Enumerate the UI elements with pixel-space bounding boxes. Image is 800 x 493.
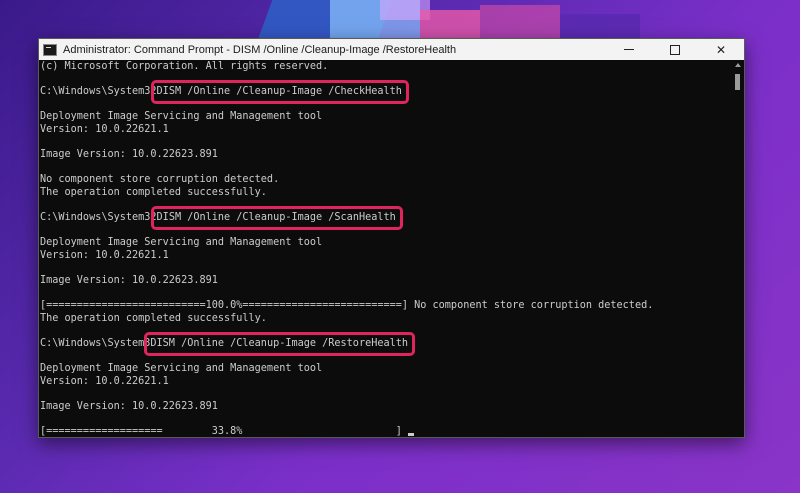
scroll-up-arrow-icon[interactable] [735,63,741,67]
minimize-icon [624,49,634,50]
output-text: Version: 10.0.22621.1 [40,249,169,261]
maximize-button[interactable] [652,39,698,60]
output-text: [=================== 33.8% ] [40,426,409,437]
progress-line: [=================== 33.8% ] [39,426,732,437]
output-line: Deployment Image Servicing and Managemen… [39,111,732,124]
output-text: (c) Microsoft Corporation. All rights re… [40,61,329,72]
window-title: Administrator: Command Prompt - DISM /On… [63,43,457,56]
window-controls: ✕ [606,39,744,60]
output-line: No component store corruption detected. [39,174,732,187]
command-prompt-window[interactable]: Administrator: Command Prompt - DISM /On… [38,38,745,438]
close-button[interactable]: ✕ [698,39,744,60]
prompt-path: C:\Windows\System32 [40,212,157,224]
close-icon: ✕ [715,42,727,57]
text-cursor [408,433,415,437]
highlighted-command: DISM /Online /Cleanup-Image /CheckHealth [150,80,409,105]
output-text: The operation completed successfully. [40,186,267,198]
output-text: Deployment Image Servicing and Managemen… [40,237,323,249]
wallpaper-shape [480,5,560,38]
output-text: Image Version: 10.0.22623.891 [40,401,218,413]
wallpaper-shape [420,10,480,38]
output-line: Image Version: 10.0.22623.891 [39,275,732,288]
scrollbar-thumb[interactable] [735,74,740,90]
output-text: Deployment Image Servicing and Managemen… [40,111,323,123]
command-line: C:\Windows\System3DISM /Online /Cleanup-… [39,332,732,357]
vertical-scrollbar[interactable] [732,60,744,437]
output-line: Version: 10.0.22621.1 [39,124,732,137]
output-line: The operation completed successfully. [39,313,732,326]
highlighted-command: DISM /Online /Cleanup-Image /RestoreHeal… [144,332,416,357]
output-text: Deployment Image Servicing and Managemen… [40,363,323,375]
output-text: Version: 10.0.22621.1 [40,123,169,135]
output-line: Image Version: 10.0.22623.891 [39,149,732,162]
output-line: Image Version: 10.0.22623.891 [39,401,732,414]
prompt-path: C:\Windows\System3 [40,338,151,350]
highlighted-command: DISM /Online /Cleanup-Image /ScanHealth [150,206,403,231]
output-line: Version: 10.0.22621.1 [39,376,732,389]
output-line: (c) Microsoft Corporation. All rights re… [39,61,732,74]
output-line: Version: 10.0.22621.1 [39,250,732,263]
output-text: Image Version: 10.0.22623.891 [40,149,218,161]
console-output[interactable]: (c) Microsoft Corporation. All rights re… [39,60,732,437]
wallpaper-shape [560,14,640,38]
output-text: The operation completed successfully. [40,312,267,324]
command-line: C:\Windows\System32DISM /Online /Cleanup… [39,80,732,105]
output-text: No component store corruption detected. [40,174,280,186]
command-line: C:\Windows\System32DISM /Online /Cleanup… [39,206,732,231]
output-text: [==========================100.0%=======… [40,300,654,312]
maximize-icon [670,44,680,55]
prompt-path: C:\Windows\System32 [40,86,157,98]
title-bar[interactable]: Administrator: Command Prompt - DISM /On… [39,39,744,60]
output-text: Image Version: 10.0.22623.891 [40,275,218,287]
output-line: [==========================100.0%=======… [39,300,732,313]
output-text: Version: 10.0.22621.1 [40,375,169,387]
output-line: Deployment Image Servicing and Managemen… [39,237,732,250]
output-line: Deployment Image Servicing and Managemen… [39,363,732,376]
minimize-button[interactable] [606,39,652,60]
output-line: The operation completed successfully. [39,187,732,200]
command-prompt-icon[interactable] [43,43,57,56]
